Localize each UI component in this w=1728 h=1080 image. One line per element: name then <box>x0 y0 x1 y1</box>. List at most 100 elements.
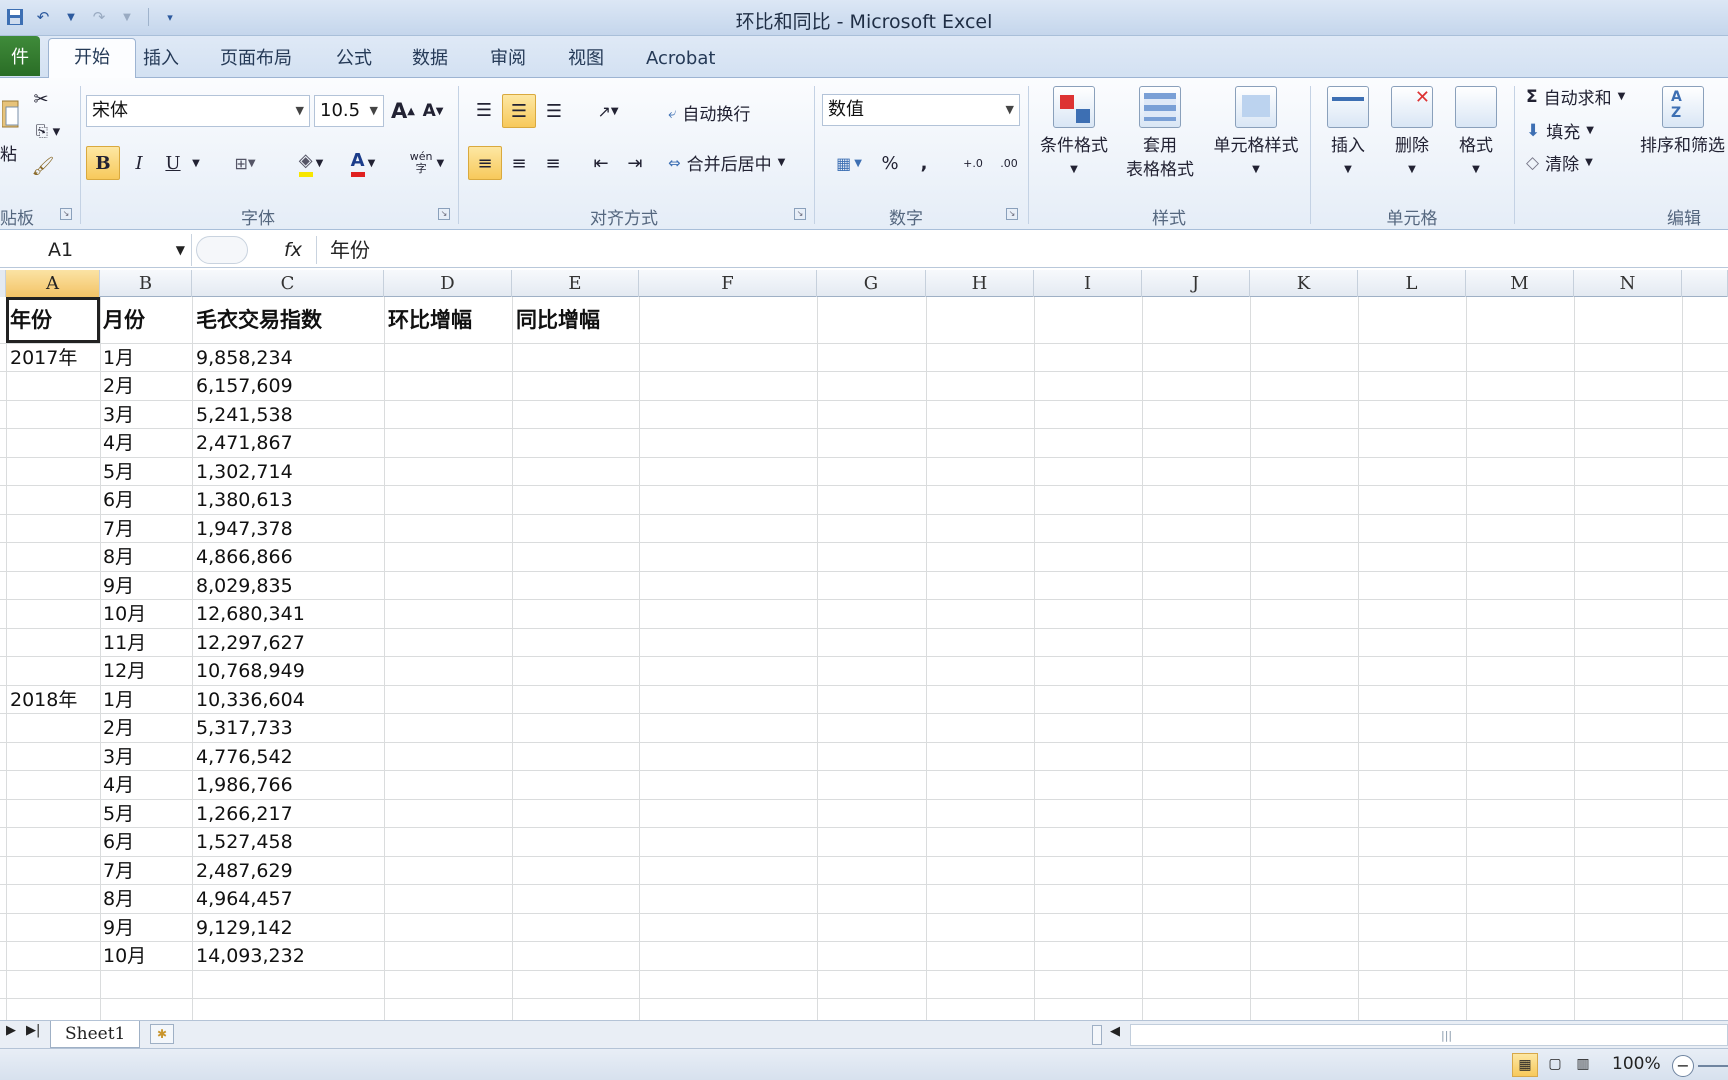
font-size-combo[interactable]: 10.5 ▼ <box>314 95 384 127</box>
insert-sheet-icon[interactable]: ✱ <box>150 1024 174 1044</box>
align-top-icon[interactable]: ☰ <box>468 94 500 126</box>
col-header-m[interactable]: M <box>1466 270 1574 297</box>
decrease-decimal-button[interactable]: .00 <box>992 146 1026 180</box>
zoom-out-button[interactable]: − <box>1672 1055 1694 1077</box>
month-cell[interactable]: 12月 <box>103 657 146 685</box>
last-sheet-icon[interactable]: ▶| <box>26 1023 40 1038</box>
value-cell[interactable]: 8,029,835 <box>196 572 293 600</box>
value-cell[interactable]: 4,776,542 <box>196 743 293 771</box>
col-header-n[interactable]: N <box>1574 270 1682 297</box>
col-header-i[interactable]: I <box>1034 270 1142 297</box>
tab-file[interactable]: 件 <box>0 36 40 76</box>
tab-split-handle[interactable] <box>1092 1025 1102 1045</box>
month-cell[interactable]: 10月 <box>103 942 146 970</box>
font-color-button[interactable]: A ▼ <box>340 146 386 180</box>
align-left-icon[interactable]: ≡ <box>468 146 502 180</box>
value-cell[interactable]: 1,986,766 <box>196 771 293 799</box>
month-cell[interactable]: 9月 <box>103 914 134 942</box>
value-cell[interactable]: 9,858,234 <box>196 344 293 372</box>
page-break-view-icon[interactable]: ▥ <box>1570 1053 1596 1077</box>
value-cell[interactable]: 1,527,458 <box>196 828 293 856</box>
comma-style-button[interactable]: , <box>910 146 938 180</box>
col-header-b[interactable]: B <box>100 270 192 297</box>
insert-function-icon[interactable]: fx <box>284 234 302 266</box>
value-cell[interactable]: 2,471,867 <box>196 429 293 457</box>
value-cell[interactable]: 2,487,629 <box>196 857 293 885</box>
col-header-f[interactable]: F <box>639 270 817 297</box>
value-cell[interactable]: 9,129,142 <box>196 914 293 942</box>
horizontal-scrollbar[interactable]: ||| <box>1130 1024 1728 1046</box>
conditional-formatting-button[interactable]: 条件格式 ▼ <box>1034 86 1114 182</box>
tab-insert[interactable]: 插入 <box>143 44 179 74</box>
value-cell[interactable]: 5,241,538 <box>196 401 293 429</box>
format-painter-icon[interactable]: 🖌 <box>28 152 58 180</box>
wrap-text-button[interactable]: ⤶ 自动换行 <box>668 100 750 126</box>
cell-d1[interactable]: 环比增幅 <box>388 303 472 332</box>
delete-cells-button[interactable]: ✕ 删除 ▼ <box>1382 86 1442 182</box>
col-header-j[interactable]: J <box>1142 270 1250 297</box>
value-cell[interactable]: 6,157,609 <box>196 372 293 400</box>
name-box[interactable]: A1 ▼ <box>0 234 192 266</box>
tab-acrobat[interactable]: Acrobat <box>646 44 715 74</box>
tab-review[interactable]: 审阅 <box>490 44 526 74</box>
number-format-combo[interactable]: 数值 ▼ <box>822 94 1020 126</box>
orientation-button[interactable]: ↗ ▼ <box>586 94 630 128</box>
format-cells-button[interactable]: 格式 ▼ <box>1446 86 1506 182</box>
accounting-format-button[interactable]: ▦ ▼ <box>826 146 872 180</box>
col-header-a[interactable]: A <box>6 270 100 297</box>
align-center-icon[interactable]: ≡ <box>502 146 536 180</box>
month-cell[interactable]: 6月 <box>103 828 134 856</box>
cell-b1[interactable]: 月份 <box>103 303 145 332</box>
shrink-font-button[interactable]: A ▼ <box>420 95 446 127</box>
month-cell[interactable]: 4月 <box>103 771 134 799</box>
zoom-slider-track[interactable] <box>1698 1065 1728 1067</box>
month-cell[interactable]: 9月 <box>103 572 134 600</box>
borders-button[interactable]: ⊞ ▼ <box>222 146 268 180</box>
month-cell[interactable]: 3月 <box>103 401 134 429</box>
month-cell[interactable]: 1月 <box>103 344 134 372</box>
month-cell[interactable]: 1月 <box>103 686 134 714</box>
font-name-combo[interactable]: 宋体 ▼ <box>86 95 310 127</box>
value-cell[interactable]: 10,768,949 <box>196 657 305 685</box>
value-cell[interactable]: 14,093,232 <box>196 942 305 970</box>
align-bottom-icon[interactable]: ☰ <box>538 94 570 128</box>
bold-button[interactable]: B <box>86 146 120 180</box>
grow-font-button[interactable]: A ▲ <box>390 95 416 127</box>
formula-bar-splitter[interactable] <box>196 236 248 264</box>
scroll-left-icon[interactable]: ◀ <box>1110 1024 1120 1039</box>
underline-button[interactable]: U <box>158 146 188 180</box>
month-cell[interactable]: 3月 <box>103 743 134 771</box>
clear-button[interactable]: ◇ 清除 ▼ <box>1526 150 1593 176</box>
insert-cells-button[interactable]: 插入 ▼ <box>1318 86 1378 182</box>
col-header-l[interactable]: L <box>1358 270 1466 297</box>
value-cell[interactable]: 5,317,733 <box>196 714 293 742</box>
number-launcher-icon[interactable]: ↘ <box>1006 208 1018 220</box>
paste-button[interactable]: 粘 <box>0 84 22 165</box>
underline-dropdown-icon[interactable]: ▼ <box>188 146 204 180</box>
alignment-launcher-icon[interactable]: ↘ <box>794 208 806 220</box>
cell-e1[interactable]: 同比增幅 <box>516 303 600 332</box>
autosum-button[interactable]: Σ 自动求和 ▼ <box>1526 84 1625 110</box>
col-header-c[interactable]: C <box>192 270 384 297</box>
sheet-tab-sheet1[interactable]: Sheet1 <box>50 1021 141 1048</box>
value-cell[interactable]: 1,266,217 <box>196 800 293 828</box>
normal-view-icon[interactable]: ▦ <box>1512 1053 1538 1077</box>
format-as-table-button[interactable]: 套用 表格格式 <box>1114 86 1206 182</box>
month-cell[interactable]: 7月 <box>103 515 134 543</box>
cell-styles-button[interactable]: 单元格样式 ▼ <box>1208 86 1304 182</box>
value-cell[interactable]: 1,302,714 <box>196 458 293 486</box>
sort-filter-button[interactable]: AZ 排序和筛选 <box>1640 86 1728 158</box>
next-sheet-icon[interactable]: ▶ <box>6 1023 16 1038</box>
value-cell[interactable]: 12,297,627 <box>196 629 305 657</box>
value-cell[interactable]: 1,947,378 <box>196 515 293 543</box>
col-header-d[interactable]: D <box>384 270 512 297</box>
tab-formulas[interactable]: 公式 <box>336 44 372 74</box>
copy-icon[interactable]: ⎘ ▾ <box>28 118 68 144</box>
page-layout-view-icon[interactable]: ▢ <box>1542 1053 1568 1077</box>
year-cell[interactable]: 2017年 <box>10 344 77 372</box>
month-cell[interactable]: 4月 <box>103 429 134 457</box>
percent-style-button[interactable]: % <box>874 146 906 180</box>
value-cell[interactable]: 12,680,341 <box>196 600 305 628</box>
fill-button[interactable]: ⬇ 填充 ▼ <box>1526 118 1594 144</box>
merge-center-button[interactable]: ⇔ 合并后居中 ▼ <box>668 150 785 176</box>
